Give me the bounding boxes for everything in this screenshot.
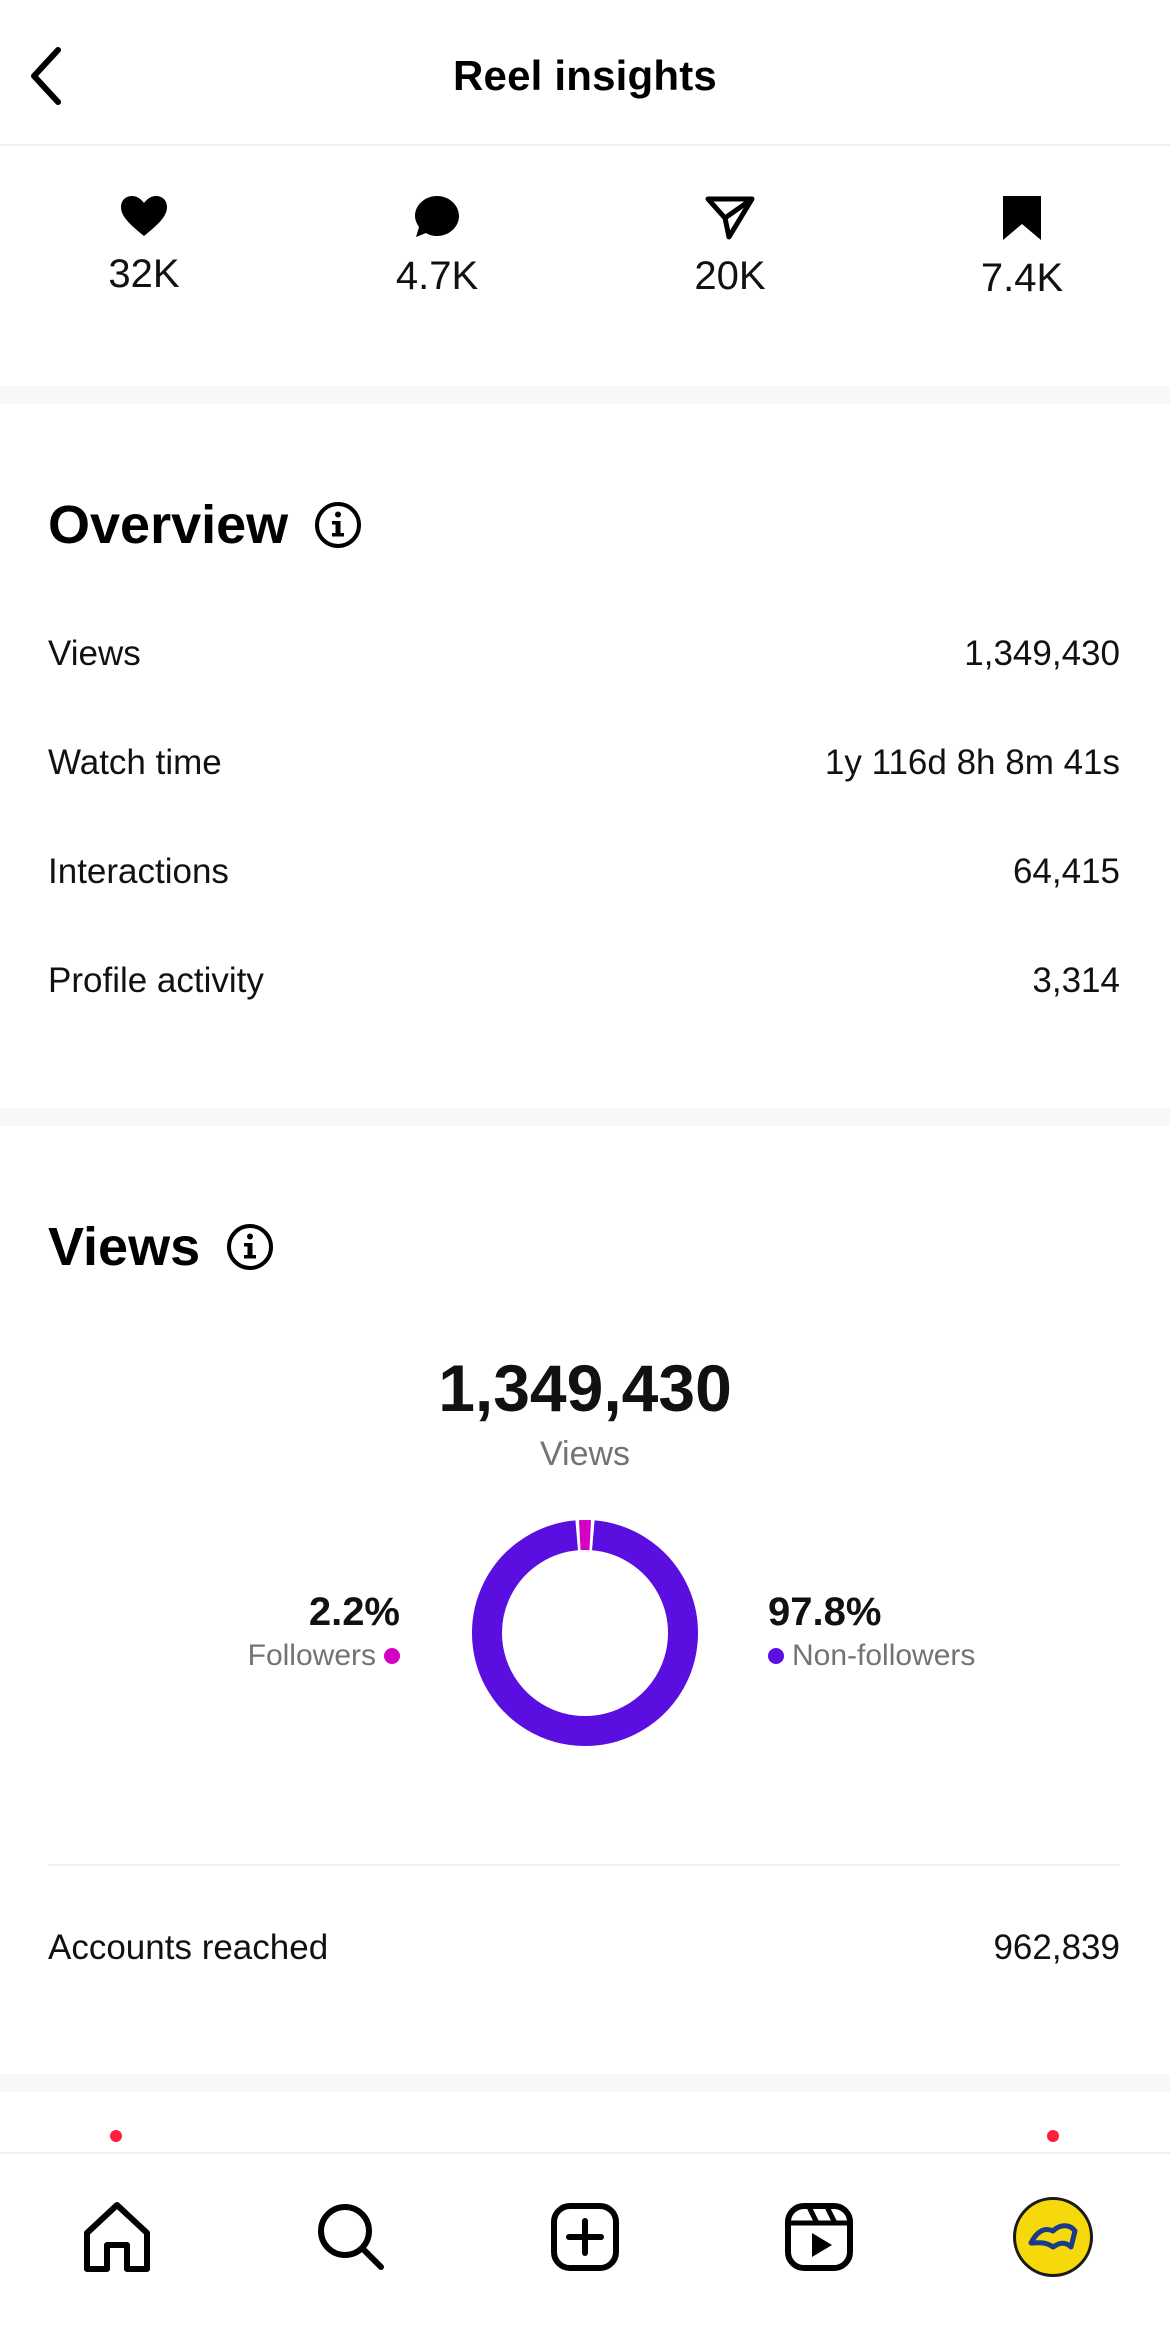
reels-icon [785, 2203, 853, 2271]
followers-percent: 2.2% [308, 1590, 400, 1634]
accounts-reached-label: Accounts reached [48, 1928, 329, 1967]
share-icon [705, 196, 755, 240]
views-heading: Views [48, 1216, 274, 1278]
comments-count: 4.7K [395, 254, 479, 298]
legend-non-followers: 97.8% Non-followers [768, 1590, 975, 1673]
followers-dot [384, 1648, 400, 1664]
overview-row-views: Views 1,349,430 [48, 634, 1120, 674]
overview-row-profile-activity[interactable]: Profile activity 3,314 [48, 961, 1120, 1001]
accounts-reached-value: 962,839 [993, 1928, 1120, 1967]
info-icon[interactable] [226, 1223, 274, 1271]
overview-row-interactions[interactable]: Interactions 64,415 [48, 852, 1120, 892]
row-label: Interactions [48, 852, 229, 891]
page-title: Reel insights [453, 52, 717, 99]
row-label: Views [48, 634, 141, 673]
saves-count: 7.4K [980, 256, 1064, 300]
overview-row-watch-time: Watch time 1y 116d 8h 8m 41s [48, 743, 1120, 783]
views-total-label: Views [539, 1435, 631, 1473]
reel-stats: 32K 4.7K 20K 7.4K [0, 146, 1170, 386]
section-divider [0, 386, 1170, 404]
nav-create[interactable] [540, 2192, 630, 2282]
notification-dot [1047, 2130, 1059, 2142]
profile-avatar [1013, 2197, 1093, 2277]
overview-title: Overview [48, 495, 289, 555]
comments-stat: 4.7K [347, 194, 527, 299]
views-donut-chart [472, 1520, 698, 1746]
row-label: Watch time [48, 743, 222, 782]
row-label: Profile activity [48, 961, 264, 1000]
nav-profile[interactable] [1008, 2192, 1098, 2282]
non-followers-dot [768, 1648, 784, 1664]
saves-stat: 7.4K [932, 194, 1112, 301]
create-icon [551, 2203, 619, 2271]
section-divider [0, 1108, 1170, 1126]
shares-stat: 20K [640, 194, 820, 299]
likes-stat: 32K [54, 194, 234, 297]
row-value: 1y 116d 8h 8m 41s [824, 743, 1120, 782]
nav-reels[interactable] [774, 2192, 864, 2282]
overview-heading: Overview [48, 494, 362, 556]
notification-dot [110, 2130, 122, 2142]
non-followers-percent: 97.8% [768, 1590, 882, 1634]
heart-icon [121, 196, 167, 236]
accounts-reached-row: Accounts reached 962,839 [48, 1928, 1120, 1968]
home-icon [84, 2202, 150, 2272]
top-bar: Reel insights [0, 0, 1170, 146]
shares-count: 20K [694, 254, 766, 298]
comment-icon [415, 196, 459, 237]
non-followers-slice [472, 1520, 698, 1746]
views-title: Views [48, 1217, 201, 1277]
row-value: 1,349,430 [964, 634, 1120, 673]
views-total: 1,349,430 [438, 1351, 732, 1425]
likes-count: 32K [108, 252, 180, 296]
bottom-nav [0, 2152, 1170, 2349]
info-icon[interactable] [314, 501, 362, 549]
search-icon [318, 2204, 384, 2270]
non-followers-label: Non-followers [792, 1639, 976, 1672]
bookmark-icon [1003, 196, 1041, 240]
legend-followers: 2.2% Followers [248, 1590, 400, 1673]
nav-search[interactable] [306, 2192, 396, 2282]
row-value: 3,314 [1032, 961, 1120, 1000]
row-value: 64,415 [1012, 852, 1120, 891]
divider [48, 1864, 1120, 1866]
nav-home[interactable] [72, 2192, 162, 2282]
section-divider [0, 2074, 1170, 2092]
followers-label: Followers [247, 1639, 376, 1672]
